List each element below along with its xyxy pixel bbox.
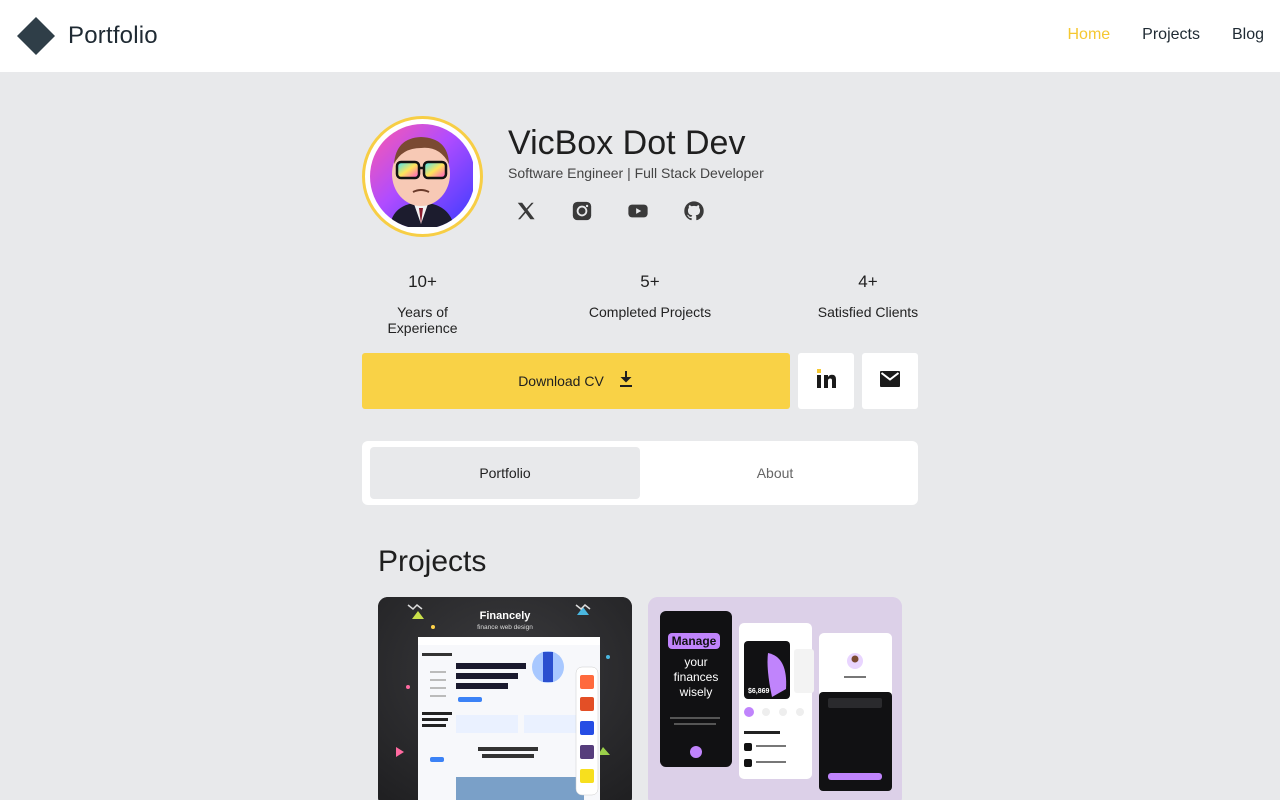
download-icon — [618, 370, 634, 393]
mail-icon — [879, 370, 901, 393]
brand-logo-icon — [16, 16, 56, 56]
instagram-icon[interactable] — [568, 197, 596, 225]
nav-home[interactable]: Home — [1067, 26, 1110, 44]
stat-label: Completed Projects — [588, 304, 712, 320]
nav-blog[interactable]: Blog — [1232, 26, 1264, 44]
card-title: Financely — [480, 610, 532, 622]
project-thumbnail: Manage your finances wisely $6,869 — [648, 597, 902, 800]
linkedin-button[interactable] — [798, 353, 854, 409]
download-cv-label: Download CV — [518, 373, 604, 389]
content-tabs: Portfolio About — [362, 441, 918, 505]
email-button[interactable] — [862, 353, 918, 409]
stat-projects: 5+ Completed Projects — [586, 272, 714, 320]
project-thumbnail: Financely finance web design — [378, 597, 632, 800]
social-links — [512, 197, 708, 225]
card-headline: Manage — [672, 634, 717, 648]
stat-label: Satisfied Clients — [817, 304, 919, 320]
svg-text:finances: finances — [674, 670, 719, 684]
stat-value: 10+ — [408, 272, 437, 291]
main-nav: Home Projects Blog — [1067, 26, 1264, 44]
profile-role: Software Engineer | Full Stack Developer — [508, 165, 764, 181]
nav-projects[interactable]: Projects — [1142, 26, 1200, 44]
avatar-image — [370, 124, 475, 229]
card-balance: $6,869 — [748, 688, 770, 695]
project-card-finance-app[interactable]: Manage your finances wisely $6,869 — [648, 597, 902, 800]
download-cv-button[interactable]: Download CV — [362, 353, 790, 409]
card-subtitle: finance web design — [477, 624, 533, 631]
brand-link[interactable]: Portfolio — [16, 16, 158, 56]
stat-clients: 4+ Satisfied Clients — [812, 272, 924, 320]
github-icon[interactable] — [680, 197, 708, 225]
profile-name: VicBox Dot Dev — [508, 124, 746, 162]
youtube-icon[interactable] — [624, 197, 652, 225]
stat-value: 5+ — [640, 272, 660, 291]
svg-text:wisely: wisely — [679, 685, 713, 699]
svg-text:your: your — [684, 655, 707, 669]
stat-value: 4+ — [858, 272, 878, 291]
avatar — [362, 116, 483, 237]
tab-about[interactable]: About — [640, 447, 910, 499]
stat-label: Years of Experience — [387, 304, 458, 336]
top-header: Portfolio Home Projects Blog — [0, 0, 1280, 72]
project-card-financely[interactable]: Financely finance web design — [378, 597, 632, 800]
stat-experience: 10+ Years of Experience — [362, 272, 483, 336]
projects-heading: Projects — [378, 545, 487, 578]
x-icon[interactable] — [512, 197, 540, 225]
tab-portfolio[interactable]: Portfolio — [370, 447, 640, 499]
linkedin-icon — [815, 368, 837, 395]
brand-name: Portfolio — [68, 22, 158, 49]
